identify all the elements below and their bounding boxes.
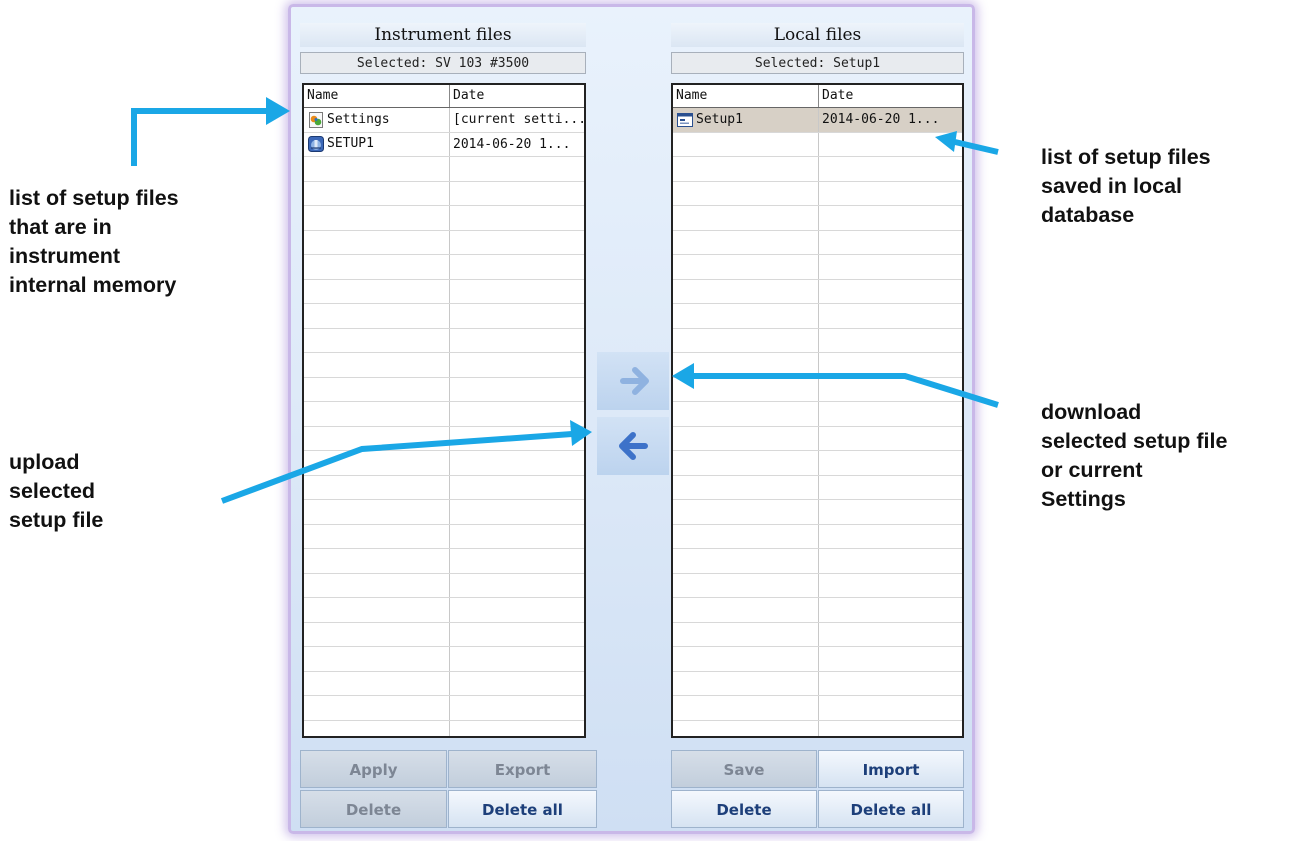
local-list-pointer (954, 139, 999, 155)
arrowhead (266, 97, 290, 125)
instrument-list-pointer (131, 108, 268, 166)
download-pointer (690, 373, 999, 408)
arrowhead (570, 420, 592, 446)
arrowhead (672, 363, 694, 389)
arrowhead (935, 131, 957, 152)
annotation-arrows (131, 97, 999, 504)
upload-pointer (220, 431, 573, 504)
